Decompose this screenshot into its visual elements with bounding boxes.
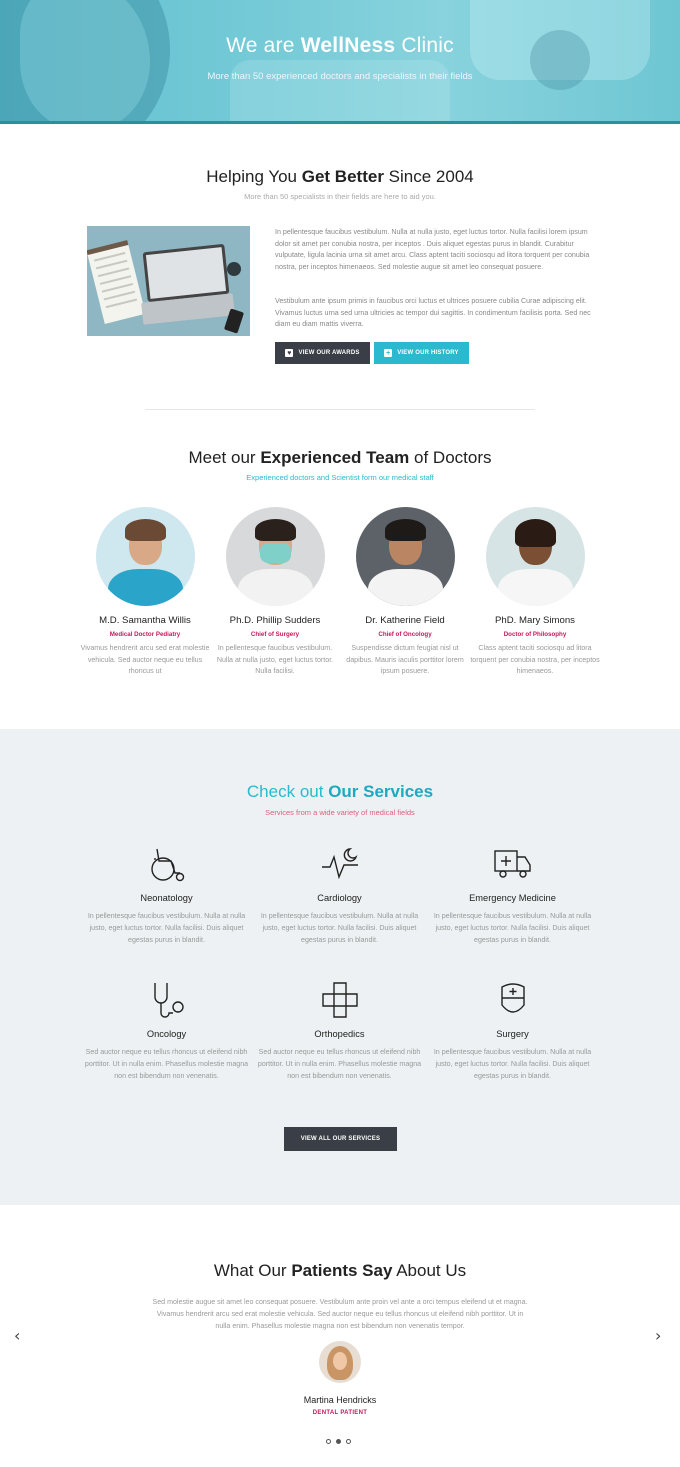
stethoscope-icon: [153, 983, 184, 1018]
service-name: Surgery: [496, 1029, 529, 1039]
doctor-role: Chief of Surgery: [250, 631, 300, 638]
doctor-photo: [95, 507, 195, 606]
hero-title: We are WellNess Clinic: [226, 34, 454, 57]
hero-background-shape: [230, 60, 450, 124]
doctor-name: Ph.D. Phillip Sudders: [229, 615, 321, 626]
doctor-photo: [485, 507, 585, 606]
doctor-card: M.D. Samantha Willis Medical Doctor Pedi…: [80, 507, 210, 678]
team-title: Meet our Experienced Team of Doctors: [188, 448, 492, 467]
doctor-description: Vivamus hendrerit arcu sed erat molestie…: [80, 644, 210, 676]
doctor-photo: [355, 507, 455, 606]
service-item-neonatology: Neonatology In pellentesque faucibus ves…: [84, 845, 249, 946]
shield-plus-icon: [500, 983, 525, 1013]
about-subtitle: More than 50 specialists in their fields…: [244, 192, 436, 201]
doctor-description: Class aptent taciti sociosqu ad litora t…: [470, 644, 600, 676]
ambulance-icon: [493, 850, 531, 878]
plus-icon: +: [384, 349, 393, 357]
about-photo-laptop-desk: [87, 226, 250, 336]
hero-banner: We are WellNess Clinic More than 50 expe…: [0, 0, 680, 124]
doctor-name: M.D. Samantha Willis: [99, 615, 191, 626]
service-name: Emergency Medicine: [469, 893, 556, 903]
doctor-card: Dr. Katherine Field Chief of Oncology Su…: [340, 507, 470, 678]
service-name: Orthopedics: [314, 1029, 365, 1039]
service-item-orthopedics: Orthopedics Sed auctor neque eu tellus r…: [257, 981, 422, 1082]
clipboard-contract: [87, 240, 146, 324]
testimonial-role: DENTAL PATIENT: [312, 1410, 368, 1416]
testimonial-quote: Sed molestie augue sit amet leo consequa…: [152, 1298, 528, 1330]
view-awards-button[interactable]: ♥ View our awards: [275, 342, 370, 364]
carousel-dot[interactable]: [346, 1439, 351, 1444]
service-description: In pellentesque faucibus vestibulum. Nul…: [433, 912, 592, 944]
heart-icon: ♥: [285, 349, 294, 357]
service-description: Sed auctor neque eu tellus rhoncus ut el…: [84, 1048, 249, 1080]
service-description: Sed auctor neque eu tellus rhoncus ut el…: [257, 1048, 422, 1080]
carousel-next-arrow-icon[interactable]: ›: [655, 1326, 661, 1345]
service-name: Neonatology: [140, 893, 193, 903]
testimonial-name: Martina Hendricks: [303, 1395, 377, 1405]
doctor-card: PhD. Mary Simons Doctor of Philosophy Cl…: [470, 507, 600, 678]
doctor-photo: [225, 507, 325, 606]
service-description: In pellentesque faucibus vestibulum. Nul…: [260, 912, 419, 944]
service-item-cardiology: Cardiology In pellentesque faucibus vest…: [257, 845, 422, 946]
service-item-emergency-medicine: Emergency Medicine In pellentesque fauci…: [430, 845, 595, 946]
hero-subtitle: More than 50 experienced doctors and spe…: [207, 71, 473, 82]
coffee-cup: [227, 262, 241, 276]
service-description: In pellentesque faucibus vestibulum. Nul…: [433, 1048, 592, 1080]
view-all-services-button[interactable]: View all our services: [284, 1127, 397, 1151]
medical-cross-icon: [321, 982, 358, 1018]
service-item-surgery: Surgery In pellentesque faucibus vestibu…: [430, 981, 595, 1082]
hero-background-shape: [20, 0, 150, 124]
view-all-services-label: View all our services: [300, 1136, 381, 1142]
doctor-role: Medical Doctor Pediatry: [109, 631, 181, 638]
carousel-prev-arrow-icon[interactable]: ‹: [14, 1326, 20, 1345]
doctor-name: Dr. Katherine Field: [365, 615, 445, 626]
doctor-description: In pellentesque faucibus vestibulum. Nul…: [216, 644, 334, 676]
about-title: Helping You Get Better Since 2004: [206, 167, 474, 186]
wheelchair-icon: [150, 848, 184, 882]
doctor-role: Chief of Oncology: [378, 631, 432, 638]
service-item-oncology: Oncology Sed auctor neque eu tellus rhon…: [84, 981, 249, 1082]
view-history-label: View our history: [397, 350, 459, 356]
service-description: In pellentesque faucibus vestibulum. Nul…: [87, 912, 246, 944]
laptop: [142, 243, 230, 303]
view-history-button[interactable]: + View our history: [374, 342, 469, 364]
doctor-card: Ph.D. Phillip Sudders Chief of Surgery I…: [210, 507, 340, 678]
carousel-dot[interactable]: [326, 1439, 331, 1444]
carousel-dot-active[interactable]: [336, 1439, 341, 1444]
about-paragraph-1: In pellentesque faucibus vestibulum. Nul…: [275, 228, 590, 271]
carousel-pagination: [326, 1439, 351, 1444]
service-name: Oncology: [146, 1029, 187, 1039]
section-divider: [145, 409, 535, 410]
doctor-role: Doctor of Philosophy: [503, 631, 567, 638]
service-name: Cardiology: [317, 893, 362, 903]
about-paragraph-2: Vestibulum ante ipsum primis in faucibus…: [275, 297, 591, 329]
heartbeat-moon-icon: [321, 848, 358, 880]
doctor-name: PhD. Mary Simons: [495, 615, 575, 626]
testimonial-avatar: [319, 1341, 361, 1383]
services-title: Check out Our Services: [246, 782, 434, 801]
doctor-description: Suspendisse dictum feugiat nisl ut dapib…: [346, 644, 464, 676]
team-subtitle: Experienced doctors and Scientist form o…: [246, 473, 434, 482]
services-subtitle: Services from a wide variety of medical …: [265, 808, 415, 817]
hero-bottom-bar: [0, 121, 680, 124]
view-awards-label: View our awards: [298, 350, 360, 356]
testimonials-title: What Our Patients Say About Us: [213, 1261, 467, 1280]
